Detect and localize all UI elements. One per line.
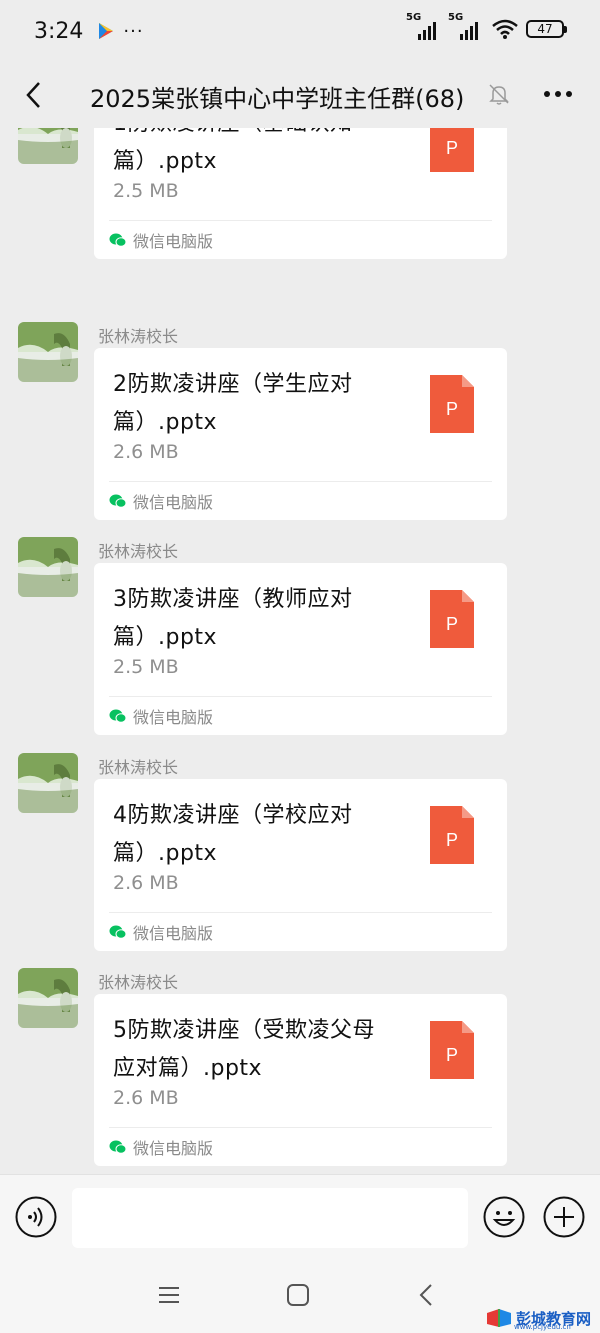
message-item: 张林涛校长 3防欺凌讲座（教师应对篇）.pptx 2.5 MB P 微信电脑版 bbox=[0, 535, 600, 751]
file-message-card[interactable]: 2防欺凌讲座（学生应对篇）.pptx 2.6 MB P 微信电脑版 bbox=[94, 348, 507, 520]
sender-name: 张林涛校长 bbox=[98, 327, 179, 346]
message-item: 1防欺凌讲座（基础认知篇）.pptx 2.5 MB P 微信电脑版 bbox=[0, 128, 600, 303]
more-button[interactable] bbox=[543, 90, 573, 98]
file-name: 2防欺凌讲座（学生应对篇）.pptx bbox=[113, 372, 353, 435]
source-text: 微信电脑版 bbox=[133, 708, 214, 727]
ppt-file-icon: P bbox=[430, 1021, 474, 1079]
signal-1-icon: 5G bbox=[406, 12, 436, 40]
sender-name: 张林涛校长 bbox=[98, 973, 179, 992]
file-message-card[interactable]: 3防欺凌讲座（教师应对篇）.pptx 2.5 MB P 微信电脑版 bbox=[94, 563, 507, 735]
divider bbox=[109, 1127, 492, 1128]
ppt-file-icon: P bbox=[430, 128, 474, 172]
wechat-icon bbox=[109, 709, 127, 723]
avatar[interactable] bbox=[18, 753, 78, 813]
wechat-icon bbox=[109, 494, 127, 508]
source-text: 微信电脑版 bbox=[133, 924, 214, 943]
file-message-card[interactable]: 4防欺凌讲座（学校应对篇）.pptx 2.6 MB P 微信电脑版 bbox=[94, 779, 507, 951]
ppt-file-icon: P bbox=[430, 806, 474, 864]
avatar[interactable] bbox=[18, 322, 78, 382]
file-size: 2.6 MB bbox=[113, 441, 179, 463]
input-bar bbox=[0, 1174, 600, 1260]
source-text: 微信电脑版 bbox=[133, 232, 214, 251]
status-more-icon: ··· bbox=[123, 20, 144, 42]
sender-name: 张林涛校长 bbox=[98, 758, 179, 777]
source-label: 微信电脑版 bbox=[109, 919, 213, 945]
chat-message-list[interactable]: 1防欺凌讲座（基础认知篇）.pptx 2.5 MB P 微信电脑版 张林涛校长 … bbox=[0, 128, 600, 1174]
voice-button[interactable] bbox=[15, 1196, 57, 1238]
status-time: 3:24 bbox=[34, 18, 84, 44]
divider bbox=[109, 481, 492, 482]
message-item: 张林涛校长 4防欺凌讲座（学校应对篇）.pptx 2.6 MB P 微信电脑版 bbox=[0, 751, 600, 967]
chat-title: 2025棠张镇中心中学班主任群(68) bbox=[90, 85, 465, 113]
divider bbox=[109, 220, 492, 221]
ppt-file-icon: P bbox=[430, 590, 474, 648]
source-label: 微信电脑版 bbox=[109, 227, 213, 253]
svg-text:P: P bbox=[446, 399, 458, 419]
watermark-url: www.pcjyedu.cn bbox=[514, 1323, 571, 1331]
emoji-button[interactable] bbox=[483, 1196, 525, 1238]
plus-button[interactable] bbox=[543, 1196, 585, 1238]
avatar[interactable] bbox=[18, 537, 78, 597]
play-store-icon bbox=[99, 23, 114, 39]
svg-text:P: P bbox=[446, 614, 458, 634]
file-message-card[interactable]: 1防欺凌讲座（基础认知篇）.pptx 2.5 MB P 微信电脑版 bbox=[94, 128, 507, 259]
file-name: 1防欺凌讲座（基础认知篇）.pptx bbox=[113, 128, 352, 174]
divider bbox=[109, 696, 492, 697]
status-bar: 3:24 ··· 5G 5G 47 bbox=[0, 0, 600, 62]
file-size: 2.5 MB bbox=[113, 180, 179, 202]
battery-level: 47 bbox=[537, 22, 553, 36]
chat-header: 2025棠张镇中心中学班主任群(68) bbox=[0, 62, 600, 128]
watermark: 彭城教育网 www.pcjyedu.cn bbox=[486, 1306, 591, 1331]
bell-off-icon bbox=[489, 84, 509, 105]
wifi-icon bbox=[492, 19, 518, 39]
message-item: 张林涛校长 5防欺凌讲座（受欺凌父母应对篇）.pptx 2.6 MB P 微信电… bbox=[0, 966, 600, 1174]
ppt-file-icon: P bbox=[430, 375, 474, 433]
source-label: 微信电脑版 bbox=[109, 488, 213, 514]
svg-text:P: P bbox=[446, 138, 458, 158]
message-item: 张林涛校长 2防欺凌讲座（学生应对篇）.pptx 2.6 MB P 微信电脑版 bbox=[0, 320, 600, 536]
wechat-icon bbox=[109, 1140, 127, 1154]
wechat-icon bbox=[109, 233, 127, 247]
avatar[interactable] bbox=[18, 968, 78, 1028]
source-label: 微信电脑版 bbox=[109, 703, 213, 729]
file-name: 5防欺凌讲座（受欺凌父母应对篇）.pptx bbox=[113, 1018, 375, 1081]
file-message-card[interactable]: 5防欺凌讲座（受欺凌父母应对篇）.pptx 2.6 MB P 微信电脑版 bbox=[94, 994, 507, 1166]
svg-text:P: P bbox=[446, 1045, 458, 1065]
file-name: 3防欺凌讲座（教师应对篇）.pptx bbox=[113, 587, 353, 650]
source-label: 微信电脑版 bbox=[109, 1134, 213, 1160]
back-button[interactable] bbox=[22, 80, 46, 110]
back-nav-button[interactable] bbox=[411, 1280, 441, 1310]
home-nav-button[interactable] bbox=[283, 1280, 313, 1310]
avatar[interactable] bbox=[18, 128, 78, 164]
menu-nav-button[interactable] bbox=[154, 1280, 184, 1310]
file-size: 2.6 MB bbox=[113, 1087, 179, 1109]
message-input[interactable] bbox=[72, 1188, 468, 1248]
svg-text:P: P bbox=[446, 830, 458, 850]
divider bbox=[109, 912, 492, 913]
watermark-logo-icon bbox=[487, 1309, 511, 1327]
sender-name: 张林涛校长 bbox=[98, 542, 179, 561]
battery-icon: 47 bbox=[526, 20, 567, 38]
source-text: 微信电脑版 bbox=[133, 493, 214, 512]
file-name: 4防欺凌讲座（学校应对篇）.pptx bbox=[113, 803, 353, 866]
file-size: 2.6 MB bbox=[113, 872, 179, 894]
source-text: 微信电脑版 bbox=[133, 1139, 214, 1158]
file-size: 2.5 MB bbox=[113, 656, 179, 678]
wechat-icon bbox=[109, 925, 127, 939]
signal-2-icon: 5G bbox=[448, 12, 478, 40]
